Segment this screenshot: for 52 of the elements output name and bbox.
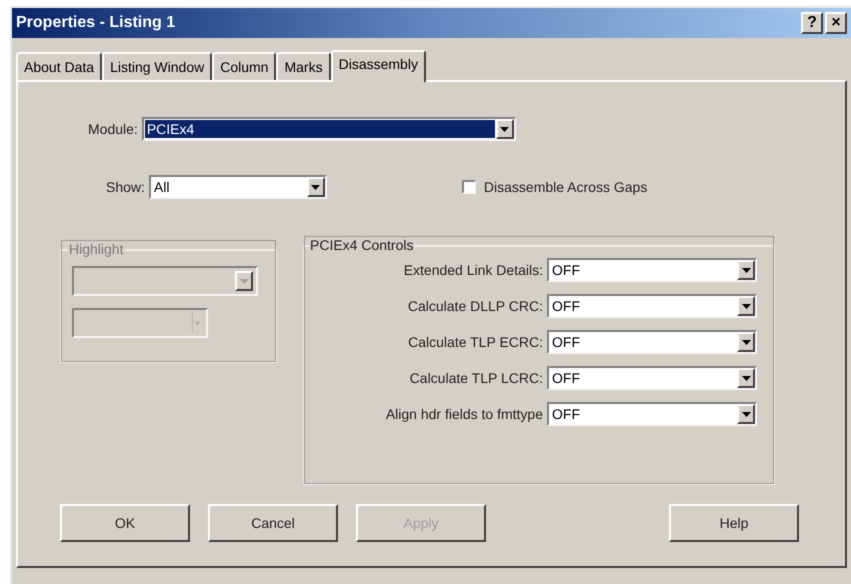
option-dropdown[interactable]: OFF (547, 294, 757, 318)
caret-icon (742, 268, 750, 272)
dropdown-button[interactable] (737, 368, 755, 388)
selected-value: OFF (551, 369, 581, 387)
selected-value: PCIEx4 (144, 120, 495, 138)
help-button[interactable]: ? (801, 12, 823, 34)
selected-value: OFF (551, 405, 581, 423)
field-label: Extended Link Details: (404, 260, 543, 280)
caret-icon (742, 376, 750, 380)
dialog-button[interactable]: OK (60, 504, 190, 542)
tab[interactable]: Marks (276, 52, 331, 80)
tab[interactable]: Column (212, 52, 276, 80)
close-button[interactable]: × (825, 12, 847, 34)
window-title: Properties - Listing 1 (16, 13, 176, 33)
caret-icon (240, 278, 248, 284)
dropdown-button[interactable] (737, 296, 755, 316)
field-label: Calculate TLP LCRC: (410, 368, 543, 388)
option-dropdown[interactable]: OFF (547, 366, 757, 390)
selected-value: OFF (551, 261, 581, 279)
help-button[interactable]: Help (669, 504, 799, 542)
checkbox-label: Disassemble Across Gaps (484, 178, 648, 197)
dropdown-button[interactable] (737, 332, 755, 352)
caret-icon (192, 313, 200, 333)
group-title: Highlight (68, 240, 124, 259)
checkbox[interactable] (462, 180, 476, 194)
selected-value: OFF (551, 333, 581, 351)
option-dropdown[interactable]: OFF (547, 258, 757, 282)
dropdown-button[interactable] (496, 119, 514, 139)
caret-icon (311, 184, 320, 190)
tab[interactable]: About Data (16, 52, 102, 80)
field-label: Align hdr fields to fmttype (386, 404, 543, 424)
group-title: PCIEx4 Controls (309, 236, 414, 255)
dropdown-button[interactable] (306, 177, 325, 197)
tab[interactable]: Disassembly (330, 50, 426, 82)
selected-value: OFF (551, 297, 581, 315)
module-label: Module: (88, 120, 138, 138)
dropdown-button[interactable] (737, 404, 755, 424)
tab[interactable]: Listing Window (102, 52, 212, 80)
dropdown-button[interactable] (737, 260, 755, 280)
caret-icon (742, 340, 750, 344)
show-label: Show: (106, 178, 145, 196)
option-dropdown[interactable]: OFF (547, 330, 757, 354)
dialog-button[interactable]: Cancel (208, 504, 338, 542)
field-label: Calculate DLLP CRC: (408, 296, 543, 316)
field-label: Calculate TLP ECRC: (408, 332, 543, 352)
option-dropdown[interactable]: OFF (547, 402, 757, 426)
caret-icon (500, 126, 510, 132)
selected-value: All (152, 178, 170, 196)
caret-icon (742, 412, 750, 416)
module-dropdown[interactable]: PCIEx4 (142, 117, 516, 141)
caret-icon (742, 304, 750, 308)
show-dropdown[interactable]: All (148, 175, 327, 199)
